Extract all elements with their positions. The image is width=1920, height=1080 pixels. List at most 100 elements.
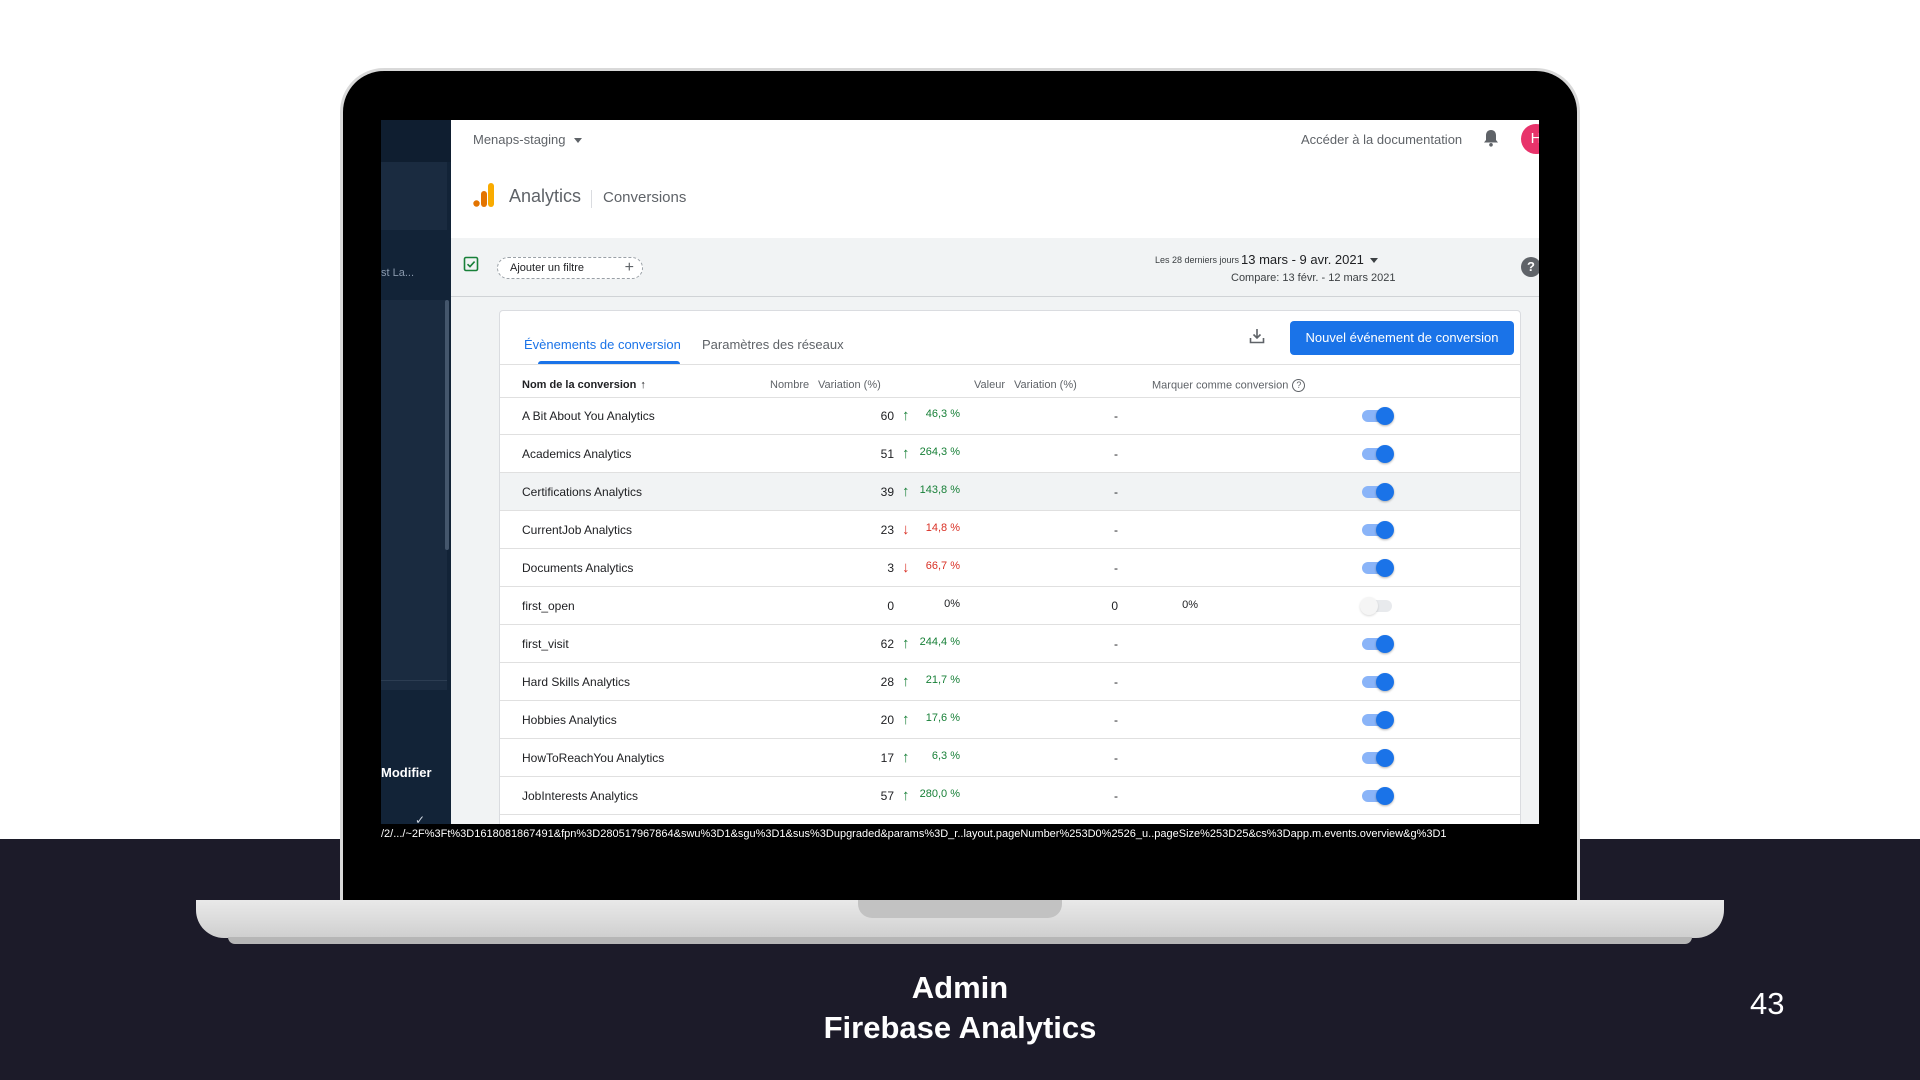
column-header-variation2[interactable]: Variation (%) bbox=[1014, 379, 1077, 391]
help-icon[interactable]: ? bbox=[1521, 257, 1539, 277]
toggle-knob bbox=[1376, 749, 1394, 767]
conversion-variation: 244,4 % bbox=[919, 636, 960, 648]
conversion-count: 60 bbox=[880, 409, 894, 423]
column-header-mark-conversion: Marquer comme conversion? bbox=[1152, 379, 1306, 392]
table-row[interactable]: CurrentJob Analytics 23 ↓ 14,8 % - bbox=[500, 511, 1520, 549]
help-circle-icon[interactable]: ? bbox=[1292, 379, 1306, 392]
caption-title: Admin bbox=[911, 970, 1009, 1005]
toggle-knob bbox=[1376, 521, 1394, 539]
sidebar-header bbox=[381, 120, 451, 162]
conversion-name: Academics Analytics bbox=[522, 447, 632, 461]
conversion-value: - bbox=[1114, 409, 1118, 423]
sidebar-item-label[interactable]: st La... bbox=[381, 267, 414, 279]
date-range-value: 13 mars - 9 avr. 2021 bbox=[1241, 252, 1364, 267]
arrow-up-icon: ↑ bbox=[902, 749, 910, 766]
new-conversion-event-button[interactable]: Nouvel événement de conversion bbox=[1290, 321, 1514, 355]
conversion-value: 0 bbox=[1111, 599, 1118, 613]
laptop-notch bbox=[858, 900, 1062, 918]
conversion-variation: 21,7 % bbox=[925, 674, 960, 686]
filter-check-icon[interactable] bbox=[463, 256, 479, 277]
conversion-value: - bbox=[1114, 751, 1118, 765]
column-header-name[interactable]: Nom de la conversion ↑ bbox=[522, 379, 646, 391]
column-header-value[interactable]: Valeur bbox=[974, 379, 1005, 391]
app-name: Analytics bbox=[509, 186, 582, 206]
caption-subtitle: Firebase Analytics bbox=[823, 1010, 1097, 1045]
conversion-count: 62 bbox=[880, 637, 894, 651]
tab-network-settings[interactable]: Paramètres des réseaux bbox=[702, 337, 844, 352]
sidebar-scrollbar[interactable] bbox=[445, 300, 449, 550]
table-row[interactable]: Hobbies Analytics 20 ↑ 17,6 % - bbox=[500, 701, 1520, 739]
project-name: Menaps-staging bbox=[473, 132, 566, 147]
conversion-value: - bbox=[1114, 561, 1118, 575]
add-filter-button[interactable]: Ajouter un filtre + bbox=[497, 257, 643, 279]
toggle-knob bbox=[1376, 559, 1394, 577]
compare-range-text: Compare: 13 févr. - 12 mars 2021 bbox=[1231, 272, 1396, 284]
arrow-up-icon: ↑ bbox=[902, 787, 910, 804]
topbar: Menaps-staging Accéder à la documentatio… bbox=[451, 120, 1539, 162]
conversion-variation: 280,0 % bbox=[919, 788, 960, 800]
mark-conversion-toggle[interactable] bbox=[1360, 597, 1394, 615]
project-selector[interactable]: Menaps-staging bbox=[473, 132, 582, 147]
laptop-base-shadow bbox=[228, 937, 1692, 944]
conversion-count: 3 bbox=[887, 561, 894, 575]
status-bar-url: /2/.../~2F%3Ft%3D1618081867491&fpn%3D280… bbox=[381, 824, 1539, 844]
conversion-value: - bbox=[1114, 713, 1118, 727]
toggle-knob bbox=[1376, 711, 1394, 729]
table-row[interactable]: JobInterests Analytics 57 ↑ 280,0 % - bbox=[500, 777, 1520, 815]
table-row[interactable]: Hard Skills Analytics 28 ↑ 21,7 % - bbox=[500, 663, 1520, 701]
conversion-name: JobInterests Analytics bbox=[522, 789, 639, 803]
toggle-knob bbox=[1376, 673, 1394, 691]
mark-conversion-toggle[interactable] bbox=[1360, 711, 1394, 729]
conversion-variation: 14,8 % bbox=[925, 522, 960, 534]
toggle-knob bbox=[1376, 407, 1394, 425]
arrow-down-icon: ↓ bbox=[902, 521, 910, 538]
conversion-value: - bbox=[1114, 789, 1118, 803]
mark-conversion-toggle[interactable] bbox=[1360, 673, 1394, 691]
sort-arrow-icon: ↑ bbox=[640, 379, 646, 391]
table-row[interactable]: first_open 0 0% 0 0% bbox=[500, 587, 1520, 625]
mark-conversion-toggle[interactable] bbox=[1360, 559, 1394, 577]
conversion-value: - bbox=[1114, 523, 1118, 537]
page-title: Conversions bbox=[603, 189, 687, 206]
mark-conversion-toggle[interactable] bbox=[1360, 483, 1394, 501]
conversion-name: Certifications Analytics bbox=[522, 485, 643, 499]
table-row[interactable]: A Bit About You Analytics 60 ↑ 46,3 % - bbox=[500, 397, 1520, 435]
table-row[interactable]: Academics Analytics 51 ↑ 264,3 % - bbox=[500, 435, 1520, 473]
toggle-knob bbox=[1376, 445, 1394, 463]
sidebar-panel bbox=[381, 300, 447, 690]
table-row[interactable]: Certifications Analytics 39 ↑ 143,8 % - bbox=[500, 473, 1520, 511]
conversion-count: 51 bbox=[880, 447, 894, 461]
avatar[interactable]: H bbox=[1521, 124, 1539, 154]
mark-conversion-toggle[interactable] bbox=[1360, 521, 1394, 539]
tab-conversion-events[interactable]: Évènements de conversion bbox=[524, 337, 681, 352]
bell-icon[interactable] bbox=[1483, 129, 1499, 152]
arrow-up-icon: ↑ bbox=[902, 445, 910, 462]
conversion-value: - bbox=[1114, 485, 1118, 499]
mark-conversion-toggle[interactable] bbox=[1360, 787, 1394, 805]
sidebar-divider bbox=[381, 680, 447, 681]
table-row[interactable]: HowToReachYou Analytics 17 ↑ 6,3 % - bbox=[500, 739, 1520, 777]
column-header-name-label: Nom de la conversion bbox=[522, 379, 637, 391]
page-number: 43 bbox=[1750, 986, 1785, 1021]
column-header-count[interactable]: Nombre bbox=[770, 379, 809, 391]
table-row[interactable]: first_visit 62 ↑ 244,4 % - bbox=[500, 625, 1520, 663]
mark-conversion-toggle[interactable] bbox=[1360, 445, 1394, 463]
date-range-selector[interactable]: 13 mars - 9 avr. 2021 bbox=[1241, 252, 1378, 267]
mark-conversion-toggle[interactable] bbox=[1360, 635, 1394, 653]
conversion-value: - bbox=[1114, 637, 1118, 651]
conversion-variation: 66,7 % bbox=[925, 560, 960, 572]
column-header-variation[interactable]: Variation (%) bbox=[818, 379, 881, 391]
conversion-name: Hobbies Analytics bbox=[522, 713, 617, 727]
column-header-mark-label: Marquer comme conversion bbox=[1152, 379, 1289, 392]
download-icon[interactable] bbox=[1248, 327, 1266, 350]
mark-conversion-toggle[interactable] bbox=[1360, 407, 1394, 425]
sidebar-project-block[interactable] bbox=[381, 162, 447, 230]
mark-conversion-toggle[interactable] bbox=[1360, 749, 1394, 767]
docs-link[interactable]: Accéder à la documentation bbox=[1301, 132, 1462, 147]
arrow-up-icon: ↑ bbox=[902, 711, 910, 728]
date-range-label: Les 28 derniers jours bbox=[1155, 255, 1240, 265]
slide-caption: Admin Firebase Analytics bbox=[660, 968, 1260, 1048]
table-row[interactable]: Documents Analytics 3 ↓ 66,7 % - bbox=[500, 549, 1520, 587]
sidebar-modifier-button[interactable]: Modifier bbox=[381, 765, 432, 780]
conversion-count: 23 bbox=[880, 523, 894, 537]
